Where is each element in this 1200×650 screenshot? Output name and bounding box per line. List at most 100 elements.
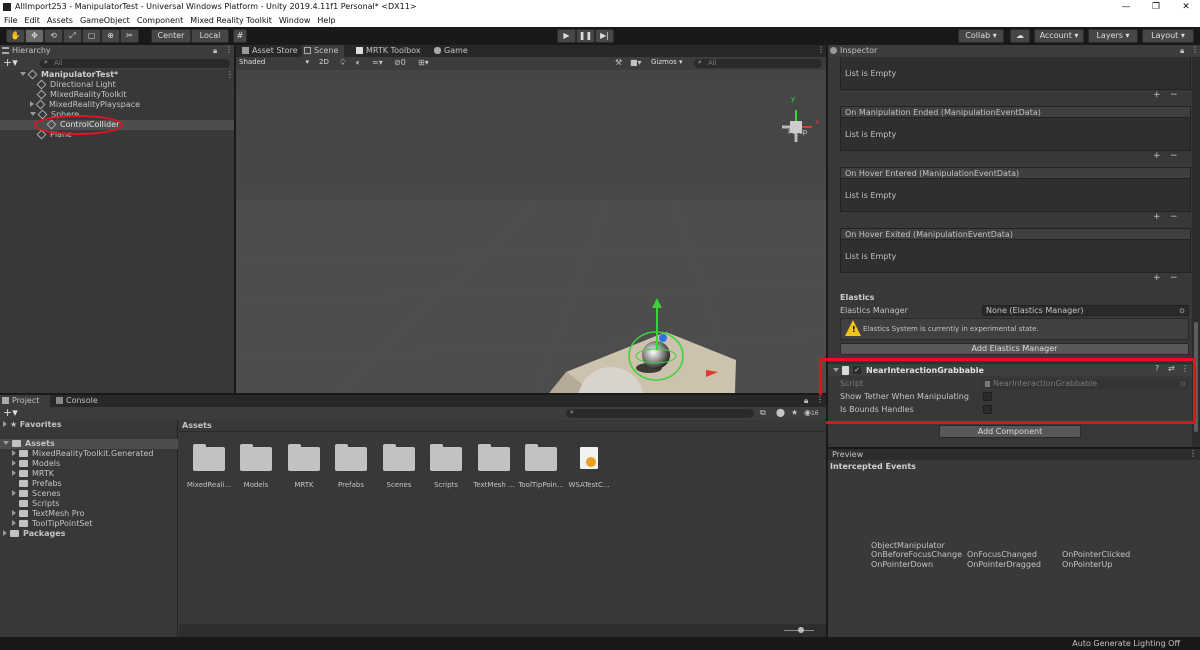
cloud-button[interactable]: ☁ xyxy=(1010,29,1030,43)
assets-root-item[interactable]: Assets xyxy=(3,439,55,449)
create-plus-icon[interactable]: +▾ xyxy=(3,406,18,419)
remove-listener-button[interactable]: − xyxy=(1170,151,1178,161)
scene-more-options-icon[interactable]: ⋮ xyxy=(817,45,825,54)
expand-arrow-icon[interactable] xyxy=(12,460,16,466)
rect-tool-button[interactable]: ▢ xyxy=(82,29,101,43)
menu-file[interactable]: File xyxy=(4,14,17,27)
custom-tool-button[interactable]: ✂ xyxy=(120,29,139,43)
account-dropdown[interactable]: Account ▾ xyxy=(1034,29,1084,43)
grid-snap-button[interactable]: # xyxy=(233,29,247,43)
asset-folder-scripts[interactable] xyxy=(430,444,462,471)
hierarchy-search-input[interactable]: ⌕ All xyxy=(40,58,230,68)
add-listener-button[interactable]: + xyxy=(1153,273,1161,283)
expand-arrow-icon[interactable] xyxy=(3,530,7,536)
folder-scenes[interactable]: Scenes xyxy=(12,489,61,499)
tab-hierarchy[interactable]: Hierarchy xyxy=(0,45,234,57)
add-component-button[interactable]: Add Component xyxy=(939,425,1081,438)
audio-icon[interactable]: 🔈︎ xyxy=(356,58,361,68)
favorite-star-icon[interactable]: ★ xyxy=(791,408,798,417)
add-listener-button[interactable]: + xyxy=(1153,212,1161,222)
scene-search-input[interactable]: ⌕ All xyxy=(694,58,822,68)
camera-icon[interactable]: ■▾ xyxy=(630,58,642,67)
expand-arrow-icon[interactable] xyxy=(3,421,7,427)
space-toggle[interactable]: Local xyxy=(191,29,229,43)
step-button[interactable]: ▶| xyxy=(595,29,614,43)
remove-listener-button[interactable]: − xyxy=(1170,273,1178,283)
preview-tab[interactable]: Preview xyxy=(832,449,863,460)
add-elastics-manager-button[interactable]: Add Elastics Manager xyxy=(840,343,1189,355)
tools-icon[interactable]: ⚒ xyxy=(615,58,622,67)
tab-asset-store[interactable]: Asset Store xyxy=(240,45,302,57)
lock-icon[interactable]: 🔒︎ xyxy=(804,396,808,406)
rotate-tool-button[interactable]: ⟲ xyxy=(44,29,63,43)
asset-folder-scenes[interactable] xyxy=(383,444,415,471)
wsa-test-certificate-icon[interactable] xyxy=(580,447,598,469)
hierarchy-item-playspace[interactable]: MixedRealityPlayspace xyxy=(30,99,140,110)
pivot-toggle[interactable]: Center xyxy=(151,29,191,43)
hidden-objects-icon[interactable]: ⊘0 xyxy=(394,58,406,67)
breadcrumb-assets[interactable]: Assets xyxy=(182,421,212,431)
expand-arrow-icon[interactable] xyxy=(12,470,16,476)
menu-edit[interactable]: Edit xyxy=(24,14,40,27)
hierarchy-item-mrtk[interactable]: MixedRealityToolkit xyxy=(36,89,126,100)
minimize-button[interactable]: — xyxy=(1116,0,1136,14)
tab-console[interactable]: Console xyxy=(54,395,102,407)
expand-arrow-icon[interactable] xyxy=(12,450,16,456)
asset-folder-models[interactable] xyxy=(240,444,272,471)
expand-arrow-icon[interactable] xyxy=(30,101,34,107)
search-by-type-icon[interactable]: ⧉ xyxy=(760,408,766,418)
scene-more-icon[interactable]: ⋮ xyxy=(226,70,234,80)
lighting-status[interactable]: Auto Generate Lighting Off xyxy=(1072,637,1180,650)
projection-label[interactable]: Persp xyxy=(788,128,807,136)
project-search-input[interactable]: ⌕ xyxy=(566,408,754,418)
hidden-packages-icon[interactable]: ◉16 xyxy=(804,408,819,417)
add-listener-button[interactable]: + xyxy=(1153,90,1161,100)
remove-listener-button[interactable]: − xyxy=(1170,212,1178,222)
maximize-button[interactable]: ❐ xyxy=(1146,0,1166,14)
menu-gameobject[interactable]: GameObject xyxy=(80,14,130,27)
asset-folder-mrtk[interactable] xyxy=(288,444,320,471)
layout-dropdown[interactable]: Layout ▾ xyxy=(1142,29,1194,43)
collab-dropdown[interactable]: Collab ▾ xyxy=(958,29,1004,43)
expand-arrow-icon[interactable] xyxy=(3,441,9,445)
shading-mode-dropdown[interactable]: Shaded ▾ xyxy=(236,58,312,69)
move-tool-button[interactable]: ✥ xyxy=(25,29,44,43)
folder-textmesh-pro[interactable]: TextMesh Pro xyxy=(12,509,84,519)
scene-viewport[interactable] xyxy=(236,70,826,393)
tab-mrtk-toolbox[interactable]: MRTK Toolbox xyxy=(354,45,426,57)
expand-arrow-icon[interactable] xyxy=(20,72,26,76)
scene-root-row[interactable]: ManipulatorTest* xyxy=(20,69,118,80)
play-button[interactable]: ▶ xyxy=(557,29,576,43)
asset-folder-mrtk-generated[interactable] xyxy=(193,444,225,471)
effects-icon[interactable]: ≈▾ xyxy=(372,58,383,67)
menu-assets[interactable]: Assets xyxy=(47,14,73,27)
expand-arrow-icon[interactable] xyxy=(12,520,16,526)
menu-window[interactable]: Window xyxy=(279,14,311,27)
search-by-label-icon[interactable]: ⬤ xyxy=(776,408,785,417)
asset-folder-prefabs[interactable] xyxy=(335,444,367,471)
tab-game[interactable]: Game xyxy=(432,45,472,57)
lock-icon[interactable]: 🔒︎ xyxy=(1180,46,1184,56)
hand-tool-button[interactable]: ✋ xyxy=(6,29,25,43)
folder-mrtk-generated[interactable]: MixedRealityToolkit.Generated xyxy=(12,449,153,459)
icon-size-slider[interactable] xyxy=(784,627,814,633)
hierarchy-item-directional-light[interactable]: Directional Light xyxy=(36,79,116,90)
folder-prefabs[interactable]: Prefabs xyxy=(19,479,62,489)
grid-icon[interactable]: ⊞▾ xyxy=(418,58,429,67)
favorites-item[interactable]: ★ Favorites xyxy=(3,420,62,430)
2d-toggle[interactable]: 2D xyxy=(316,58,332,69)
expand-arrow-icon[interactable] xyxy=(30,112,36,116)
close-button[interactable]: ✕ xyxy=(1176,0,1196,14)
lock-icon[interactable]: 🔒︎ xyxy=(213,46,217,56)
layers-dropdown[interactable]: Layers ▾ xyxy=(1088,29,1138,43)
asset-folder-textmesh[interactable] xyxy=(478,444,510,471)
object-picker-icon[interactable]: ⊙ xyxy=(1179,306,1185,316)
remove-listener-button[interactable]: − xyxy=(1170,90,1178,100)
folder-mrtk[interactable]: MRTK xyxy=(12,469,54,479)
gizmos-dropdown[interactable]: Gizmos ▾ xyxy=(648,58,688,69)
tab-inspector[interactable]: Inspector xyxy=(828,45,1200,57)
asset-folder-tooltippoint[interactable] xyxy=(525,444,557,471)
add-listener-button[interactable]: + xyxy=(1153,151,1161,161)
create-plus-icon[interactable]: +▾ xyxy=(3,56,18,69)
menu-help[interactable]: Help xyxy=(317,14,335,27)
